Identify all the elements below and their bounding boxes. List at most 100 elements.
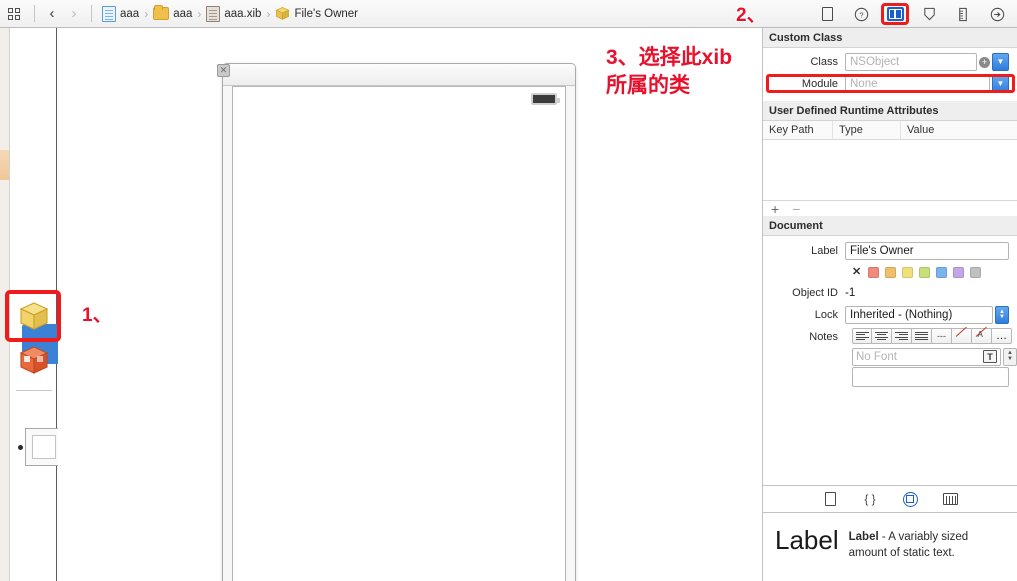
udra-add-button[interactable]: + <box>771 202 779 216</box>
xib-window-preview[interactable]: ✕ <box>217 63 576 581</box>
xib-window-titlebar <box>223 64 575 86</box>
xib-file-icon <box>206 5 221 22</box>
document-color-swatches: ✕ <box>763 262 1017 282</box>
library-tab-strip: { } <box>763 485 1017 513</box>
breadcrumb-item-files-owner[interactable]: File's Owner <box>275 0 358 28</box>
breadcrumb-label: aaa.xib <box>224 7 262 20</box>
class-dropdown-button[interactable]: ▼ <box>992 53 1009 71</box>
breadcrumb: aaa › aaa › aaa.xib › File's Owner <box>98 0 358 28</box>
udra-remove-button[interactable]: − <box>792 202 800 216</box>
no-text-color-icon[interactable]: A <box>972 328 992 344</box>
document-label-caption: Label <box>811 245 838 257</box>
project-icon <box>102 5 116 22</box>
udra-column-type: Type <box>833 120 901 140</box>
ruler-icon <box>959 7 967 21</box>
file-template-library-tab[interactable] <box>821 490 839 508</box>
breadcrumb-item-folder[interactable]: aaa <box>153 0 192 28</box>
module-label: Module <box>801 78 838 90</box>
inspector-tab-strip: ? <box>817 0 1013 28</box>
canvas-area[interactable]: ✕ <box>58 28 762 581</box>
dashes-icon[interactable]: --- <box>932 328 952 344</box>
color-swatch[interactable] <box>919 266 931 278</box>
dock-item-files-owner[interactable] <box>18 300 50 332</box>
udra-table-body[interactable] <box>763 140 1017 200</box>
align-justify-icon[interactable] <box>912 328 932 344</box>
breadcrumb-item-xib[interactable]: aaa.xib <box>206 0 261 28</box>
identity-inspector-tab[interactable] <box>881 3 909 25</box>
color-swatch[interactable] <box>868 266 880 278</box>
module-input[interactable]: None <box>845 75 990 93</box>
left-edge-strip <box>0 28 10 581</box>
close-icon[interactable]: ✕ <box>217 64 230 77</box>
document-icon <box>824 492 836 506</box>
editor-grid-icon[interactable] <box>0 0 28 28</box>
align-left-icon[interactable] <box>852 328 872 344</box>
notes-font-field[interactable]: No Font T <box>852 347 1001 366</box>
folder-icon <box>153 5 170 20</box>
nav-back-button[interactable]: ‹ <box>41 1 63 27</box>
no-fill-color-icon[interactable] <box>952 328 972 344</box>
document-icon <box>821 7 833 21</box>
identity-inspector-panel: Custom Class Class NSObject + ▼ Module N… <box>762 28 1017 581</box>
object-id-label: Object ID <box>792 287 838 299</box>
dock-item-first-responder[interactable] <box>18 344 50 376</box>
object-dock <box>10 28 64 581</box>
color-swatch[interactable] <box>953 266 965 278</box>
align-right-icon[interactable] <box>892 328 912 344</box>
object-library-tab[interactable] <box>901 490 919 508</box>
class-input[interactable]: NSObject <box>845 53 977 71</box>
align-center-icon[interactable] <box>872 328 892 344</box>
color-swatch[interactable] <box>902 266 914 278</box>
inspector-empty-space <box>763 387 1017 477</box>
color-swatch[interactable] <box>970 266 982 278</box>
udra-section-header: User Defined Runtime Attributes <box>763 101 1017 121</box>
xcode-interface-builder-window: ‹ › aaa › aaa › aaa.xib › File's Owner ?… <box>0 0 1017 581</box>
braces-icon: { } <box>864 492 876 506</box>
breadcrumb-item-project[interactable]: aaa <box>102 0 139 28</box>
breadcrumb-label: aaa <box>120 7 140 20</box>
notes-label: Notes <box>809 330 838 343</box>
udra-column-value: Value <box>907 124 935 136</box>
document-label-input[interactable]: File's Owner <box>845 242 1009 260</box>
breadcrumb-separator: › <box>144 6 149 21</box>
xib-window-content[interactable] <box>232 86 566 581</box>
file-inspector-tab[interactable] <box>817 4 837 24</box>
size-inspector-tab[interactable] <box>953 4 973 24</box>
attributes-inspector-tab[interactable] <box>919 4 939 24</box>
toolbar-divider-2 <box>91 5 92 22</box>
library-item-title: Label <box>848 531 879 543</box>
color-swatch[interactable] <box>885 266 897 278</box>
font-size-stepper[interactable]: ▲ ▼ <box>1003 347 1017 366</box>
lock-stepper-button[interactable]: ▲ ▼ <box>995 306 1009 324</box>
notes-font-placeholder: No Font <box>856 350 897 363</box>
lock-select[interactable]: Inherited - (Nothing) <box>845 306 993 324</box>
circle-square-icon <box>902 491 918 507</box>
connections-inspector-tab[interactable] <box>987 4 1007 24</box>
swatch-none-button[interactable]: ✕ <box>852 266 861 278</box>
class-label: Class <box>810 56 838 68</box>
library-item-description: Label Label - A variably sized amount of… <box>763 513 1017 561</box>
quick-help-inspector-tab[interactable]: ? <box>851 4 871 24</box>
slider-shield-icon <box>923 7 935 21</box>
font-panel-icon[interactable]: T <box>983 350 997 363</box>
question-circle-icon: ? <box>854 7 868 21</box>
document-label-row: Label File's Owner <box>763 240 1017 262</box>
edge-marker <box>0 150 9 180</box>
class-jump-button[interactable]: + <box>979 56 990 68</box>
dock-divider <box>16 390 52 391</box>
media-library-tab[interactable] <box>941 490 959 508</box>
nav-forward-button[interactable]: › <box>63 1 85 27</box>
identity-card-icon <box>886 7 904 21</box>
library-item-text: Label - A variably sized amount of stati… <box>849 527 1005 561</box>
color-swatch[interactable] <box>936 266 948 278</box>
module-dropdown-button[interactable]: ▼ <box>992 75 1009 93</box>
code-snippet-library-tab[interactable]: { } <box>861 490 879 508</box>
udra-column-key-path: Key Path <box>763 120 833 140</box>
dock-bullet-marker <box>18 445 23 450</box>
notes-more-options-icon[interactable]: … <box>992 328 1012 344</box>
custom-class-section-header: Custom Class <box>763 28 1017 48</box>
toolbar-divider-1 <box>34 5 35 22</box>
udra-table-footer: + − <box>763 200 1017 216</box>
notes-textarea[interactable] <box>852 367 1009 387</box>
breadcrumb-toolbar: ‹ › aaa › aaa › aaa.xib › File's Owner ? <box>0 0 1017 28</box>
